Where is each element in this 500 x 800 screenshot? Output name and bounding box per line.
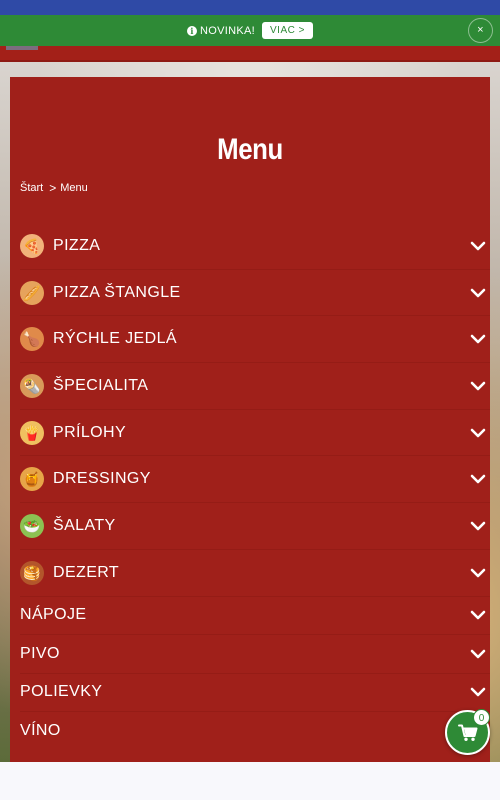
category-label: DRESSINGY [53, 470, 151, 488]
pizza-icon: 🍕 [20, 233, 44, 258]
fries-icon: 🍟 [20, 420, 44, 445]
category-label: NÁPOJE [20, 606, 87, 624]
close-notice-button[interactable]: × [468, 18, 493, 43]
chevron-down-icon[interactable] [470, 474, 486, 484]
more-button[interactable]: VIAC > [262, 22, 313, 39]
category-label: ŠALATY [53, 516, 116, 534]
menu-panel: Menu Štart > Menu 🍕 PIZZA 🥖 PIZZA ŠTANGL… [10, 77, 490, 762]
category-item-pizza[interactable]: 🍕 PIZZA [20, 223, 490, 270]
category-label: PIVO [20, 644, 60, 662]
category-item-specialita[interactable]: 🌯 ŠPECIALITA [20, 363, 490, 410]
category-item-rychle-jedla[interactable]: 🍗 RÝCHLE JEDLÁ [20, 316, 490, 364]
site-header [0, 46, 500, 62]
logo[interactable] [6, 46, 38, 50]
category-item-vino[interactable]: VÍNO [20, 712, 490, 751]
chevron-down-icon[interactable] [470, 381, 486, 391]
breadcrumb-home-link[interactable]: Štart [20, 182, 43, 194]
category-label: POLIEVKY [20, 683, 103, 701]
category-label: PIZZA ŠTANGLE [53, 283, 181, 301]
chevron-down-icon[interactable] [470, 568, 486, 578]
category-item-napoje[interactable]: NÁPOJE [20, 597, 490, 635]
cart-icon [457, 724, 477, 741]
breadcrumb: Štart > Menu [20, 181, 88, 195]
breadstick-icon: 🥖 [20, 280, 44, 305]
category-list: 🍕 PIZZA 🥖 PIZZA ŠTANGLE 🍗 RÝCHLE JEDLÁ 🌯… [20, 223, 490, 751]
chevron-down-icon[interactable] [470, 687, 486, 697]
category-item-salaty[interactable]: 🥗 ŠALATY [20, 503, 490, 550]
notice-text: NOVINKA! [200, 24, 255, 37]
category-label: PRÍLOHY [53, 423, 127, 441]
info-icon: i [187, 25, 198, 36]
chevron-down-icon[interactable] [470, 288, 486, 298]
category-item-dressingy[interactable]: 🍯 DRESSINGY [20, 456, 490, 504]
chevron-down-icon[interactable] [470, 334, 486, 344]
category-item-pizza-stangle[interactable]: 🥖 PIZZA ŠTANGLE [20, 270, 490, 317]
sauce-bottle-icon: 🍯 [20, 467, 44, 492]
chevron-down-icon[interactable] [470, 649, 486, 659]
chevron-down-icon[interactable] [470, 521, 486, 531]
page-footer [0, 762, 500, 800]
pancake-icon: 🥞 [20, 560, 44, 585]
category-label: ŠPECIALITA [53, 376, 149, 394]
chevron-down-icon[interactable] [470, 610, 486, 620]
cart-count-badge: 0 [473, 709, 490, 726]
category-label: DEZERT [53, 563, 120, 581]
category-label: PIZZA [53, 236, 101, 254]
top-strip [0, 0, 500, 15]
salad-icon: 🥗 [20, 513, 44, 538]
category-item-polievky[interactable]: POLIEVKY [20, 674, 490, 712]
breadcrumb-separator: > [49, 181, 57, 195]
chevron-down-icon[interactable] [470, 241, 486, 251]
category-label: VÍNO [20, 722, 61, 740]
category-item-prilohy[interactable]: 🍟 PRÍLOHY [20, 410, 490, 457]
fast-food-icon: 🍗 [20, 327, 44, 352]
category-label: RÝCHLE JEDLÁ [53, 330, 177, 348]
chevron-down-icon[interactable] [470, 428, 486, 438]
category-item-pivo[interactable]: PIVO [20, 635, 490, 674]
notice-bar: i NOVINKA! VIAC > × [0, 15, 500, 46]
page-title: Menu [217, 133, 283, 166]
wrap-icon: 🌯 [20, 373, 44, 398]
breadcrumb-current: Menu [60, 182, 88, 194]
category-item-dezert[interactable]: 🥞 DEZERT [20, 550, 490, 597]
